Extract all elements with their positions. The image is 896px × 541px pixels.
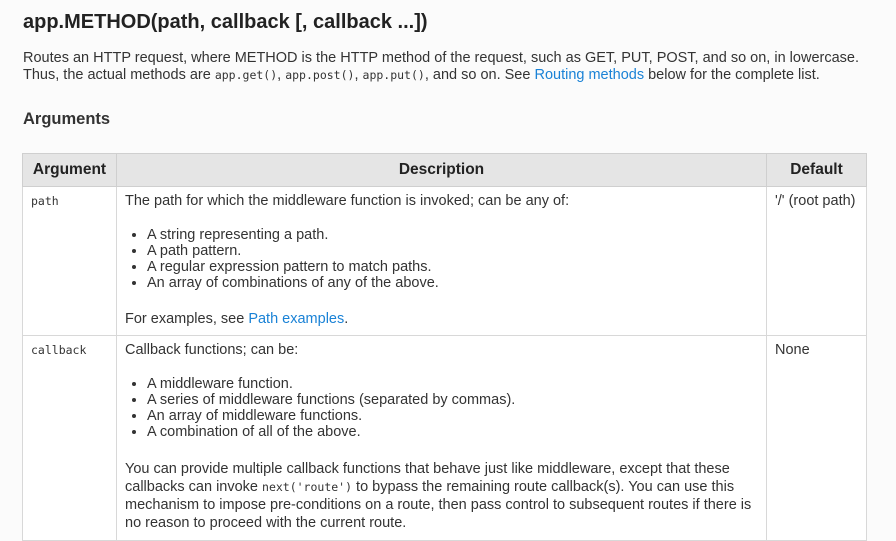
description-after: For examples, see Path examples. [125, 311, 758, 327]
code-app-post: app.post() [285, 68, 355, 82]
bullet-list: A string representing a path. A path pat… [125, 227, 758, 291]
code-app-put: app.put() [362, 68, 425, 82]
arguments-table: Argument Description Default path The pa… [22, 153, 867, 541]
table-row: path The path for which the middleware f… [22, 186, 867, 336]
cell-description: The path for which the middleware functi… [116, 186, 767, 336]
list-item: A string representing a path. [147, 227, 758, 243]
bullet-list: A middleware function. A series of middl… [125, 376, 758, 440]
intro-sep-1: , [277, 67, 286, 83]
cell-argument: callback [22, 335, 117, 541]
table-header-row: Argument Description Default [22, 153, 867, 187]
list-item: An array of combinations of any of the a… [147, 275, 758, 291]
after-end: . [344, 311, 349, 327]
list-item: A path pattern. [147, 243, 758, 259]
code-app-get: app.get() [214, 68, 278, 82]
after-text: For examples, see [125, 311, 249, 327]
description-intro: Callback functions; can be: [125, 342, 299, 358]
header-default: Default [766, 153, 867, 187]
arg-path: path [31, 194, 59, 208]
cell-default: None [766, 335, 867, 541]
header-description: Description [116, 153, 767, 187]
cell-argument: path [22, 186, 117, 336]
intro-text-2: , and so on. See [424, 67, 535, 83]
doc-page: app.METHOD(path, callback [, callback ..… [0, 0, 896, 541]
intro-sep-2: , [354, 67, 363, 83]
header-argument: Argument [22, 153, 117, 187]
list-item: An array of middleware functions. [147, 408, 758, 424]
description-after: You can provide multiple callback functi… [125, 460, 758, 532]
list-item: A regular expression pattern to match pa… [147, 259, 758, 275]
list-item: A middleware function. [147, 376, 758, 392]
path-examples-link[interactable]: Path examples [248, 311, 344, 327]
cell-default: '/' (root path) [766, 186, 867, 336]
intro-paragraph: Routes an HTTP request, where METHOD is … [23, 50, 883, 84]
intro-text-3: below for the complete list. [644, 67, 820, 83]
arguments-heading: Arguments [23, 110, 111, 128]
arg-callback: callback [31, 343, 87, 357]
list-item: A series of middleware functions (separa… [147, 392, 758, 408]
table-row: callback Callback functions; can be: A m… [22, 335, 867, 541]
cell-description: Callback functions; can be: A middleware… [116, 335, 767, 541]
code-next-route: next('route') [262, 480, 353, 494]
list-item: A combination of all of the above. [147, 424, 758, 440]
routing-methods-link[interactable]: Routing methods [534, 67, 644, 83]
page-title: app.METHOD(path, callback [, callback ..… [23, 11, 428, 33]
description-intro: The path for which the middleware functi… [125, 193, 570, 209]
